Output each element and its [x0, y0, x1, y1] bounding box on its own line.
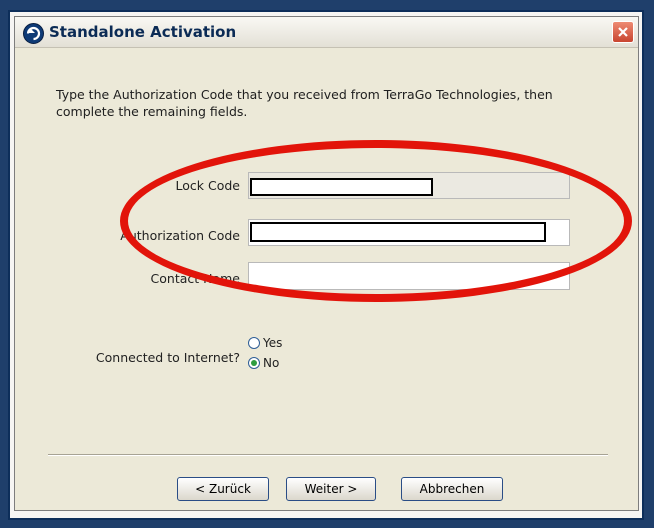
- radio-no-label: No: [263, 356, 280, 370]
- redaction-box: [250, 178, 433, 196]
- close-icon: [618, 27, 628, 37]
- radio-circle-selected-icon: [248, 357, 260, 369]
- radio-yes-label: Yes: [263, 336, 283, 350]
- lock-code-label: Lock Code: [175, 178, 240, 193]
- divider: [48, 454, 608, 456]
- contact-name-input[interactable]: [248, 262, 570, 290]
- cancel-button[interactable]: Abbrechen: [401, 477, 503, 501]
- activation-arrow-icon: [23, 23, 44, 44]
- instruction-text: Type the Authorization Code that you rec…: [56, 87, 553, 119]
- contact-name-label: Contact Name: [150, 271, 240, 286]
- internet-radio-group: Yes No: [248, 333, 282, 373]
- next-button[interactable]: Weiter >: [286, 477, 376, 501]
- redaction-box: [250, 222, 546, 242]
- radio-circle-icon: [248, 337, 260, 349]
- radio-no[interactable]: No: [248, 353, 282, 373]
- dialog-title: Standalone Activation: [49, 23, 237, 41]
- radio-yes[interactable]: Yes: [248, 333, 282, 353]
- internet-label: Connected to Internet?: [95, 350, 240, 365]
- title-bar: Standalone Activation: [15, 17, 638, 48]
- back-button[interactable]: < Zurück: [177, 477, 269, 501]
- close-button[interactable]: [612, 21, 634, 43]
- authorization-code-label: Authorization Code: [120, 228, 240, 243]
